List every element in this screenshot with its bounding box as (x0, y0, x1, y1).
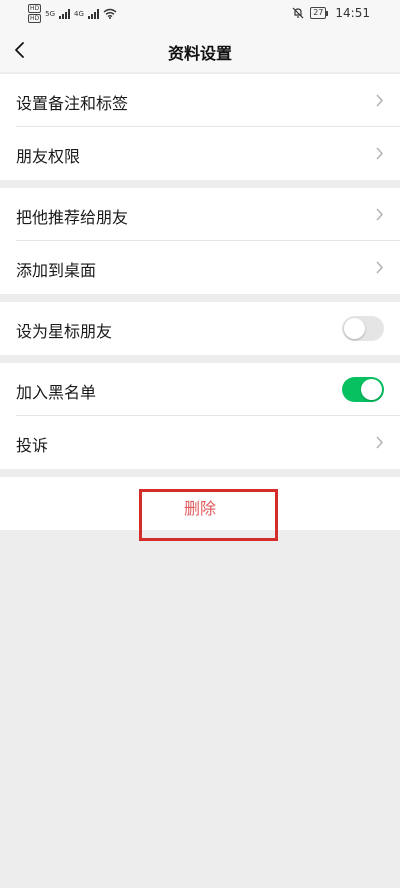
setting-row-label: 添加到桌面 (16, 261, 97, 280)
settings-group-block: 加入黑名单 投诉 (0, 363, 400, 469)
delete-button-label[interactable]: 删除 (0, 495, 400, 519)
page-title: 资料设置 (167, 44, 232, 63)
toggle-knob (344, 318, 365, 339)
setting-row-report[interactable]: 投诉 (0, 416, 400, 469)
chevron-right-icon (376, 94, 384, 107)
chevron-right-icon (376, 208, 384, 221)
settings-group-remark: 设置备注和标签 朋友权限 (0, 74, 400, 180)
wifi-icon (103, 8, 117, 19)
bell-muted-icon (292, 7, 304, 19)
settings-group-share: 把他推荐给朋友 添加到桌面 (0, 188, 400, 294)
settings-group-star: 设为星标朋友 (0, 302, 400, 355)
setting-row-label: 朋友权限 (16, 147, 81, 166)
battery-icon: 27 (310, 7, 329, 19)
setting-row-label: 设置备注和标签 (16, 94, 129, 113)
setting-row-label: 加入黑名单 (16, 383, 97, 402)
setting-row-recommend-to-friend[interactable]: 把他推荐给朋友 (0, 188, 400, 241)
nav-bar: 资料设置 (0, 30, 400, 72)
signal-icon (59, 8, 71, 19)
chevron-right-icon (376, 147, 384, 160)
setting-row-blacklist: 加入黑名单 (0, 363, 400, 416)
setting-row-label: 投诉 (16, 436, 49, 455)
setting-row-label: 设为星标朋友 (16, 322, 113, 341)
star-friend-toggle[interactable] (342, 316, 384, 341)
status-left: HD HD 5G 4G (28, 4, 117, 23)
network-type-label: 5G (45, 9, 56, 18)
blacklist-toggle[interactable] (342, 377, 384, 402)
hd-badge: HD (28, 4, 42, 13)
signal-icon (87, 8, 99, 19)
setting-row-star-friend: 设为星标朋友 (0, 302, 400, 355)
setting-row-add-to-desktop[interactable]: 添加到桌面 (0, 241, 400, 294)
setting-row-remark-tags[interactable]: 设置备注和标签 (0, 74, 400, 127)
chevron-right-icon (376, 436, 384, 449)
chevron-right-icon (376, 261, 384, 274)
setting-row-label: 把他推荐给朋友 (16, 208, 129, 227)
status-right: 27 14:51 (292, 6, 370, 20)
network-type-label: 4G (74, 9, 84, 18)
status-bar: HD HD 5G 4G 27 14:51 (0, 0, 400, 30)
setting-row-friend-permissions[interactable]: 朋友权限 (0, 127, 400, 180)
hd-badge: HD (28, 14, 42, 23)
toggle-knob (361, 379, 382, 400)
status-time: 14:51 (335, 6, 370, 20)
